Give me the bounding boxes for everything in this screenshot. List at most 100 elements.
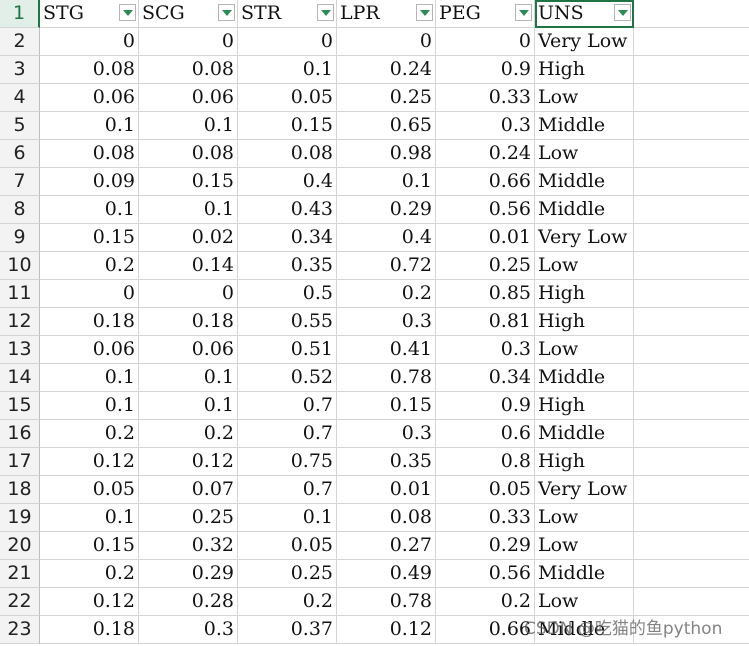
table-cell-stg[interactable]: 0.09 (40, 168, 139, 196)
table-cell-lpr[interactable]: 0.2 (337, 280, 436, 308)
table-cell-str[interactable]: 0.35 (238, 252, 337, 280)
table-cell-str[interactable]: 0.05 (238, 84, 337, 112)
filter-dropdown-icon[interactable] (218, 4, 235, 21)
table-cell-stg[interactable]: 0.06 (40, 84, 139, 112)
table-cell-str[interactable]: 0.05 (238, 532, 337, 560)
table-cell-str[interactable]: 0.37 (238, 616, 337, 644)
table-cell-scg[interactable]: 0 (139, 28, 238, 56)
table-cell-uns[interactable]: Low (535, 336, 634, 364)
table-cell-str[interactable]: 0.7 (238, 392, 337, 420)
row-header[interactable]: 16 (0, 420, 40, 448)
empty-cell[interactable] (634, 28, 749, 56)
table-cell-scg[interactable]: 0.06 (139, 84, 238, 112)
table-cell-stg[interactable]: 0.08 (40, 56, 139, 84)
table-cell-lpr[interactable]: 0.98 (337, 140, 436, 168)
table-cell-str[interactable]: 0.1 (238, 56, 337, 84)
empty-cell[interactable] (634, 392, 749, 420)
table-cell-peg[interactable]: 0.33 (436, 504, 535, 532)
table-cell-peg[interactable]: 0.29 (436, 532, 535, 560)
row-header-1[interactable]: 1 (0, 0, 40, 28)
row-header[interactable]: 17 (0, 448, 40, 476)
table-cell-uns[interactable]: Low (535, 252, 634, 280)
table-cell-scg[interactable]: 0.18 (139, 308, 238, 336)
table-cell-scg[interactable]: 0.3 (139, 616, 238, 644)
row-header[interactable]: 21 (0, 560, 40, 588)
filter-dropdown-icon[interactable] (416, 4, 433, 21)
table-cell-lpr[interactable]: 0.27 (337, 532, 436, 560)
table-cell-stg[interactable]: 0.12 (40, 448, 139, 476)
table-cell-peg[interactable]: 0.9 (436, 56, 535, 84)
table-cell-str[interactable]: 0.55 (238, 308, 337, 336)
table-cell-lpr[interactable]: 0.65 (337, 112, 436, 140)
table-cell-str[interactable]: 0 (238, 28, 337, 56)
table-cell-str[interactable]: 0.75 (238, 448, 337, 476)
empty-cell[interactable] (634, 196, 749, 224)
header-cell-peg[interactable]: PEG (436, 0, 535, 28)
table-cell-scg[interactable]: 0.1 (139, 364, 238, 392)
table-cell-lpr[interactable]: 0.72 (337, 252, 436, 280)
empty-cell[interactable] (634, 168, 749, 196)
table-cell-stg[interactable]: 0.2 (40, 420, 139, 448)
table-cell-peg[interactable]: 0.56 (436, 196, 535, 224)
table-cell-peg[interactable]: 0.85 (436, 280, 535, 308)
table-cell-scg[interactable]: 0.07 (139, 476, 238, 504)
table-cell-uns[interactable]: Very Low (535, 476, 634, 504)
table-cell-uns[interactable]: Very Low (535, 28, 634, 56)
table-cell-lpr[interactable]: 0.41 (337, 336, 436, 364)
table-cell-stg[interactable]: 0.1 (40, 504, 139, 532)
row-header[interactable]: 18 (0, 476, 40, 504)
row-header[interactable]: 3 (0, 56, 40, 84)
empty-cell[interactable] (634, 252, 749, 280)
table-cell-stg[interactable]: 0.1 (40, 196, 139, 224)
table-cell-uns[interactable]: Low (535, 504, 634, 532)
table-cell-str[interactable]: 0.34 (238, 224, 337, 252)
table-cell-lpr[interactable]: 0.08 (337, 504, 436, 532)
table-cell-uns[interactable]: High (535, 56, 634, 84)
table-cell-scg[interactable]: 0.29 (139, 560, 238, 588)
table-cell-peg[interactable]: 0.25 (436, 252, 535, 280)
empty-cell[interactable] (634, 280, 749, 308)
table-cell-stg[interactable]: 0 (40, 28, 139, 56)
table-cell-lpr[interactable]: 0.78 (337, 588, 436, 616)
table-cell-peg[interactable]: 0.8 (436, 448, 535, 476)
table-cell-peg[interactable]: 0.66 (436, 168, 535, 196)
row-header[interactable]: 2 (0, 28, 40, 56)
empty-cell[interactable] (634, 336, 749, 364)
row-header[interactable]: 22 (0, 588, 40, 616)
table-cell-stg[interactable]: 0.2 (40, 560, 139, 588)
table-cell-str[interactable]: 0.52 (238, 364, 337, 392)
row-header[interactable]: 19 (0, 504, 40, 532)
row-header[interactable]: 20 (0, 532, 40, 560)
table-cell-peg[interactable]: 0.33 (436, 84, 535, 112)
table-cell-lpr[interactable]: 0.35 (337, 448, 436, 476)
row-header[interactable]: 5 (0, 112, 40, 140)
table-cell-str[interactable]: 0.5 (238, 280, 337, 308)
table-cell-uns[interactable]: Low (535, 140, 634, 168)
table-cell-str[interactable]: 0.2 (238, 588, 337, 616)
row-header[interactable]: 10 (0, 252, 40, 280)
table-cell-scg[interactable]: 0.15 (139, 168, 238, 196)
table-cell-scg[interactable]: 0.12 (139, 448, 238, 476)
header-cell-stg[interactable]: STG (40, 0, 139, 28)
table-cell-peg[interactable]: 0.05 (436, 476, 535, 504)
table-cell-str[interactable]: 0.25 (238, 560, 337, 588)
table-cell-lpr[interactable]: 0 (337, 28, 436, 56)
table-cell-stg[interactable]: 0.1 (40, 364, 139, 392)
table-cell-peg[interactable]: 0.01 (436, 224, 535, 252)
table-cell-lpr[interactable]: 0.15 (337, 392, 436, 420)
table-cell-uns[interactable]: Middle (535, 168, 634, 196)
table-cell-uns[interactable]: Middle (535, 112, 634, 140)
table-cell-scg[interactable]: 0.1 (139, 112, 238, 140)
table-cell-uns[interactable]: Middle (535, 560, 634, 588)
table-cell-stg[interactable]: 0.2 (40, 252, 139, 280)
filter-dropdown-icon[interactable] (515, 4, 532, 21)
table-cell-scg[interactable]: 0 (139, 280, 238, 308)
table-cell-scg[interactable]: 0.28 (139, 588, 238, 616)
table-cell-peg[interactable]: 0.81 (436, 308, 535, 336)
table-cell-str[interactable]: 0.51 (238, 336, 337, 364)
table-cell-scg[interactable]: 0.02 (139, 224, 238, 252)
empty-cell[interactable] (634, 448, 749, 476)
row-header[interactable]: 12 (0, 308, 40, 336)
table-cell-uns[interactable]: High (535, 280, 634, 308)
table-cell-peg[interactable]: 0.66 (436, 616, 535, 644)
